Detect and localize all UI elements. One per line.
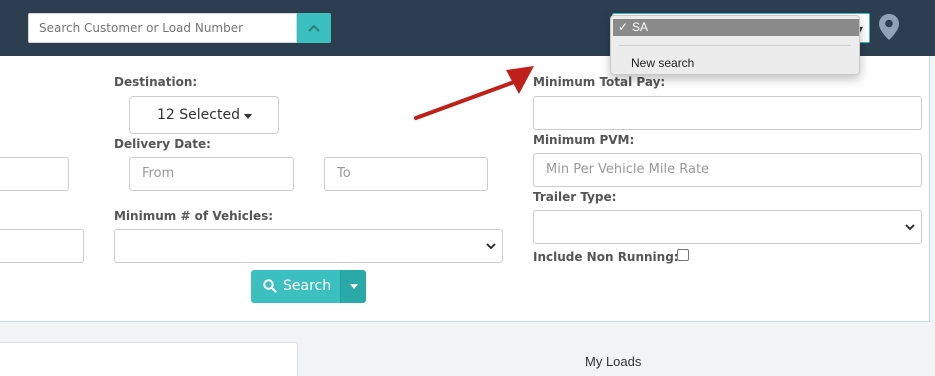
- destination-dropdown-button[interactable]: 12 Selected: [129, 96, 279, 134]
- menu-item-new-search[interactable]: New search: [631, 56, 694, 70]
- customer-load-search-input[interactable]: [28, 13, 297, 43]
- saved-search-menu: ✓ SA New search: [610, 15, 860, 75]
- menu-item-label: SA: [632, 20, 649, 34]
- search-toggle-button[interactable]: [297, 13, 331, 43]
- min-pvm-input[interactable]: Min Per Vehicle Mile Rate: [533, 153, 922, 187]
- destination-label: Destination:: [114, 75, 198, 89]
- trailer-type-label: Trailer Type:: [533, 190, 617, 204]
- destination-button-label: 12 Selected: [157, 107, 240, 123]
- min-total-pay-label: Minimum Total Pay:: [533, 75, 666, 89]
- origin-date-field[interactable]: [0, 157, 69, 191]
- tab-my-loads[interactable]: My Loads: [585, 354, 641, 369]
- include-non-running-checkbox[interactable]: [677, 249, 689, 261]
- search-options-toggle[interactable]: [340, 270, 366, 303]
- min-total-pay-input[interactable]: [533, 96, 922, 130]
- results-panel: [0, 342, 298, 376]
- origin-input-field[interactable]: [0, 229, 84, 263]
- annotation-arrow-icon: [414, 66, 534, 120]
- chevron-up-icon: [308, 24, 320, 32]
- search-button[interactable]: Search: [251, 270, 340, 303]
- caret-down-icon: [244, 114, 252, 119]
- delivery-date-from-input[interactable]: From: [129, 157, 294, 191]
- delivery-date-label: Delivery Date:: [114, 137, 211, 151]
- search-button-label: Search: [283, 278, 332, 294]
- menu-divider: [619, 45, 851, 46]
- chevron-down-icon: [486, 243, 496, 250]
- min-pvm-label: Minimum PVM:: [533, 133, 635, 147]
- caret-down-icon: [350, 284, 358, 289]
- delivery-date-to-input[interactable]: To: [324, 157, 488, 191]
- map-pin-icon[interactable]: [878, 13, 900, 41]
- menu-item-selected[interactable]: ✓ SA: [613, 19, 859, 36]
- search-icon: [263, 279, 277, 293]
- min-vehicles-label: Minimum # of Vehicles:: [114, 209, 274, 223]
- include-non-running-label: Include Non Running:: [533, 250, 679, 264]
- checkmark-icon: ✓: [618, 20, 629, 34]
- trailer-type-select[interactable]: [533, 210, 922, 244]
- min-vehicles-select[interactable]: [114, 229, 503, 263]
- chevron-down-icon: [905, 224, 915, 231]
